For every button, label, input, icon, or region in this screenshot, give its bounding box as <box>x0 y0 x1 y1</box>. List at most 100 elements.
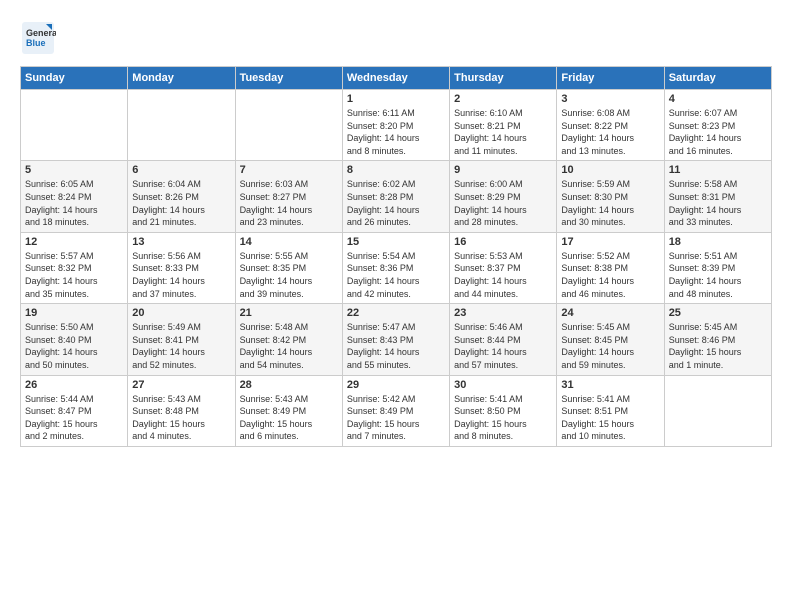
day-number: 28 <box>240 379 338 391</box>
day-info: Sunrise: 6:03 AM Sunset: 8:27 PM Dayligh… <box>240 178 338 228</box>
calendar-cell: 28 Sunrise: 5:43 AM Sunset: 8:49 PM Dayli… <box>235 375 342 446</box>
calendar-week-5: 26 Sunrise: 5:44 AM Sunset: 8:47 PM Dayli… <box>21 375 772 446</box>
weekday-header-thursday: Thursday <box>450 67 557 90</box>
day-info: Sunrise: 6:08 AM Sunset: 8:22 PM Dayligh… <box>561 107 659 157</box>
day-info: Sunrise: 5:57 AM Sunset: 8:32 PM Dayligh… <box>25 250 123 300</box>
day-number: 14 <box>240 236 338 248</box>
calendar-cell: 10 Sunrise: 5:59 AM Sunset: 8:30 PM Dayli… <box>557 161 664 232</box>
svg-text:Blue: Blue <box>26 38 46 48</box>
day-number: 8 <box>347 164 445 176</box>
day-info: Sunrise: 5:46 AM Sunset: 8:44 PM Dayligh… <box>454 321 552 371</box>
calendar-cell: 31 Sunrise: 5:41 AM Sunset: 8:51 PM Dayli… <box>557 375 664 446</box>
weekday-header-monday: Monday <box>128 67 235 90</box>
day-info: Sunrise: 5:55 AM Sunset: 8:35 PM Dayligh… <box>240 250 338 300</box>
day-number: 2 <box>454 93 552 105</box>
day-info: Sunrise: 5:45 AM Sunset: 8:45 PM Dayligh… <box>561 321 659 371</box>
calendar-cell: 6 Sunrise: 6:04 AM Sunset: 8:26 PM Daylig… <box>128 161 235 232</box>
calendar-cell <box>664 375 771 446</box>
day-number: 11 <box>669 164 767 176</box>
day-number: 21 <box>240 307 338 319</box>
day-info: Sunrise: 5:41 AM Sunset: 8:50 PM Dayligh… <box>454 393 552 443</box>
day-info: Sunrise: 5:59 AM Sunset: 8:30 PM Dayligh… <box>561 178 659 228</box>
calendar-cell: 8Sunrise: 6:02 AM Sunset: 8:28 PM Daylig… <box>342 161 449 232</box>
day-info: Sunrise: 6:07 AM Sunset: 8:23 PM Dayligh… <box>669 107 767 157</box>
calendar-cell: 15Sunrise: 5:54 AM Sunset: 8:36 PM Dayli… <box>342 232 449 303</box>
day-info: Sunrise: 5:56 AM Sunset: 8:33 PM Dayligh… <box>132 250 230 300</box>
day-info: Sunrise: 6:05 AM Sunset: 8:24 PM Dayligh… <box>25 178 123 228</box>
day-info: Sunrise: 5:45 AM Sunset: 8:46 PM Dayligh… <box>669 321 767 371</box>
calendar-cell <box>128 90 235 161</box>
calendar-cell: 9Sunrise: 6:00 AM Sunset: 8:29 PM Daylig… <box>450 161 557 232</box>
calendar-cell: 2 Sunrise: 6:10 AM Sunset: 8:21 PM Daylig… <box>450 90 557 161</box>
day-info: Sunrise: 5:52 AM Sunset: 8:38 PM Dayligh… <box>561 250 659 300</box>
calendar-cell: 27 Sunrise: 5:43 AM Sunset: 8:48 PM Dayli… <box>128 375 235 446</box>
calendar-cell: 12 Sunrise: 5:57 AM Sunset: 8:32 PM Dayli… <box>21 232 128 303</box>
day-info: Sunrise: 6:04 AM Sunset: 8:26 PM Dayligh… <box>132 178 230 228</box>
calendar-cell: 22 Sunrise: 5:47 AM Sunset: 8:43 PM Dayli… <box>342 304 449 375</box>
weekday-header-tuesday: Tuesday <box>235 67 342 90</box>
calendar-cell: 29 Sunrise: 5:42 AM Sunset: 8:49 PM Dayli… <box>342 375 449 446</box>
day-info: Sunrise: 5:48 AM Sunset: 8:42 PM Dayligh… <box>240 321 338 371</box>
day-number: 12 <box>25 236 123 248</box>
calendar-cell: 11 Sunrise: 5:58 AM Sunset: 8:31 PM Dayli… <box>664 161 771 232</box>
calendar-cell: 7 Sunrise: 6:03 AM Sunset: 8:27 PM Daylig… <box>235 161 342 232</box>
day-info: Sunrise: 5:44 AM Sunset: 8:47 PM Dayligh… <box>25 393 123 443</box>
day-number: 29 <box>347 379 445 391</box>
calendar-cell: 5 Sunrise: 6:05 AM Sunset: 8:24 PM Daylig… <box>21 161 128 232</box>
calendar-cell: 1 Sunrise: 6:11 AM Sunset: 8:20 PM Daylig… <box>342 90 449 161</box>
calendar-cell: 18 Sunrise: 5:51 AM Sunset: 8:39 PM Dayli… <box>664 232 771 303</box>
weekday-header-friday: Friday <box>557 67 664 90</box>
day-info: Sunrise: 5:43 AM Sunset: 8:48 PM Dayligh… <box>132 393 230 443</box>
day-number: 1 <box>347 93 445 105</box>
day-number: 7 <box>240 164 338 176</box>
day-number: 22 <box>347 307 445 319</box>
logo: General Blue <box>20 20 56 56</box>
weekday-header-wednesday: Wednesday <box>342 67 449 90</box>
day-number: 19 <box>25 307 123 319</box>
day-info: Sunrise: 5:47 AM Sunset: 8:43 PM Dayligh… <box>347 321 445 371</box>
day-number: 10 <box>561 164 659 176</box>
calendar-cell: 26 Sunrise: 5:44 AM Sunset: 8:47 PM Dayli… <box>21 375 128 446</box>
calendar-cell <box>235 90 342 161</box>
day-info: Sunrise: 6:10 AM Sunset: 8:21 PM Dayligh… <box>454 107 552 157</box>
day-info: Sunrise: 5:58 AM Sunset: 8:31 PM Dayligh… <box>669 178 767 228</box>
day-number: 25 <box>669 307 767 319</box>
day-number: 20 <box>132 307 230 319</box>
calendar: SundayMondayTuesdayWednesdayThursdayFrid… <box>20 66 772 447</box>
calendar-cell: 30Sunrise: 5:41 AM Sunset: 8:50 PM Dayli… <box>450 375 557 446</box>
day-info: Sunrise: 5:53 AM Sunset: 8:37 PM Dayligh… <box>454 250 552 300</box>
day-number: 13 <box>132 236 230 248</box>
calendar-cell: 21 Sunrise: 5:48 AM Sunset: 8:42 PM Dayli… <box>235 304 342 375</box>
weekday-header-saturday: Saturday <box>664 67 771 90</box>
day-info: Sunrise: 5:50 AM Sunset: 8:40 PM Dayligh… <box>25 321 123 371</box>
day-number: 4 <box>669 93 767 105</box>
calendar-week-2: 5 Sunrise: 6:05 AM Sunset: 8:24 PM Daylig… <box>21 161 772 232</box>
day-number: 24 <box>561 307 659 319</box>
calendar-cell: 23 Sunrise: 5:46 AM Sunset: 8:44 PM Dayli… <box>450 304 557 375</box>
calendar-cell: 17Sunrise: 5:52 AM Sunset: 8:38 PM Dayli… <box>557 232 664 303</box>
calendar-week-4: 19 Sunrise: 5:50 AM Sunset: 8:40 PM Dayli… <box>21 304 772 375</box>
calendar-cell: 3Sunrise: 6:08 AM Sunset: 8:22 PM Daylig… <box>557 90 664 161</box>
day-number: 6 <box>132 164 230 176</box>
logo-icon: General Blue <box>20 20 56 56</box>
day-number: 5 <box>25 164 123 176</box>
calendar-week-3: 12 Sunrise: 5:57 AM Sunset: 8:32 PM Dayli… <box>21 232 772 303</box>
day-number: 27 <box>132 379 230 391</box>
calendar-cell: 20Sunrise: 5:49 AM Sunset: 8:41 PM Dayli… <box>128 304 235 375</box>
calendar-cell: 14 Sunrise: 5:55 AM Sunset: 8:35 PM Dayli… <box>235 232 342 303</box>
day-info: Sunrise: 5:51 AM Sunset: 8:39 PM Dayligh… <box>669 250 767 300</box>
day-info: Sunrise: 5:41 AM Sunset: 8:51 PM Dayligh… <box>561 393 659 443</box>
day-info: Sunrise: 5:42 AM Sunset: 8:49 PM Dayligh… <box>347 393 445 443</box>
day-info: Sunrise: 6:11 AM Sunset: 8:20 PM Dayligh… <box>347 107 445 157</box>
calendar-cell: 4 Sunrise: 6:07 AM Sunset: 8:23 PM Daylig… <box>664 90 771 161</box>
weekday-header-sunday: Sunday <box>21 67 128 90</box>
day-number: 15 <box>347 236 445 248</box>
calendar-week-1: 1 Sunrise: 6:11 AM Sunset: 8:20 PM Daylig… <box>21 90 772 161</box>
calendar-cell: 19 Sunrise: 5:50 AM Sunset: 8:40 PM Dayli… <box>21 304 128 375</box>
day-number: 23 <box>454 307 552 319</box>
day-number: 31 <box>561 379 659 391</box>
day-number: 18 <box>669 236 767 248</box>
day-info: Sunrise: 5:43 AM Sunset: 8:49 PM Dayligh… <box>240 393 338 443</box>
calendar-cell: 24 Sunrise: 5:45 AM Sunset: 8:45 PM Dayli… <box>557 304 664 375</box>
day-number: 26 <box>25 379 123 391</box>
